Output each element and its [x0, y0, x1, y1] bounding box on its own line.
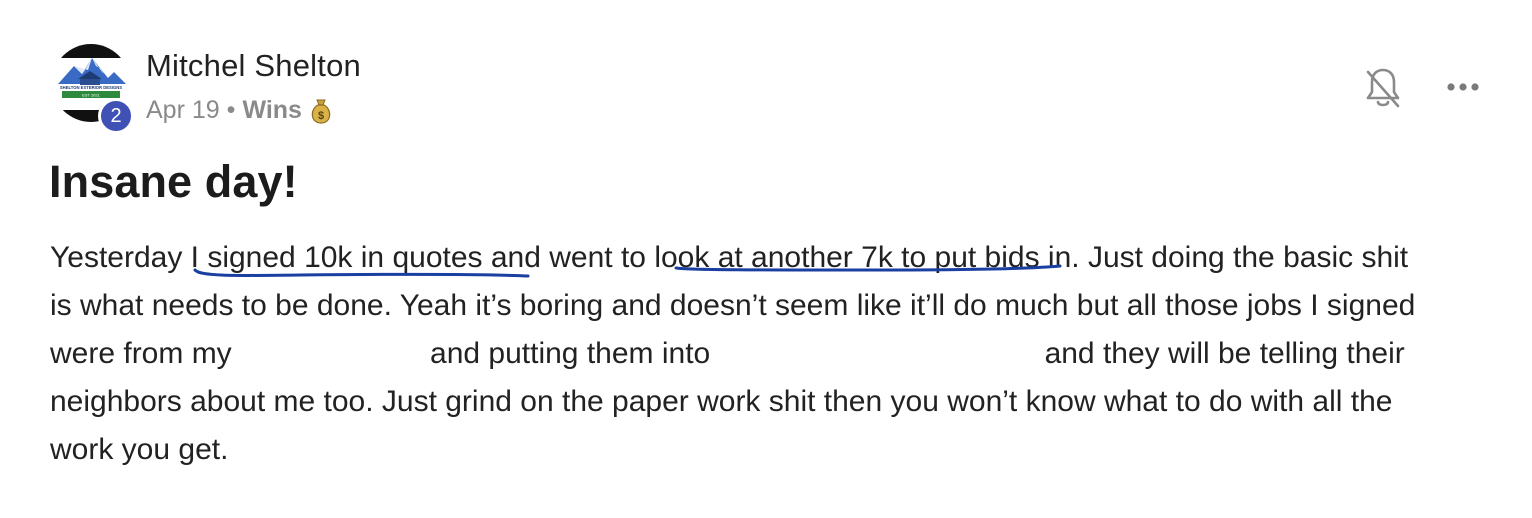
svg-text:$: $ — [318, 110, 324, 122]
author-avatar[interactable]: SHELTON EXTERIOR DESIGNS EST 2021 2 — [52, 44, 134, 134]
body-line: is what needs to be done. Yeah it’s bori… — [50, 289, 1416, 322]
more-options-icon[interactable] — [1444, 78, 1482, 96]
body-line: were from my and putting them into and t… — [50, 330, 1512, 378]
body-line: neighbors about me too. Just grind on th… — [50, 385, 1393, 418]
redacted-text — [240, 335, 431, 363]
post-body: Yesterday I signed 10k in quotes and wen… — [50, 234, 1512, 474]
post-title: Insane day! — [49, 156, 298, 207]
highlighted-phrase: I signed 10k in quotes — [190, 241, 483, 274]
meta-separator: • — [226, 96, 236, 124]
body-line: Yesterday I signed 10k in quotes and wen… — [50, 234, 1512, 282]
body-text-segment: Yesterday — [50, 241, 191, 274]
author-name[interactable]: Mitchel Shelton — [146, 48, 361, 84]
highlighted-phrase: look at another 7k to put bids — [654, 241, 1040, 274]
body-text-segment: were from my — [50, 337, 241, 370]
post-card: SHELTON EXTERIOR DESIGNS EST 2021 2 Mitc… — [0, 0, 1532, 518]
body-text-segment: and they will be telling their — [1044, 337, 1405, 370]
body-text-segment: and went to — [482, 241, 655, 274]
body-line: work you get. — [50, 433, 229, 466]
body-text-segment: and putting them into — [430, 337, 719, 370]
post-meta: Apr 19 • Wins $ — [146, 96, 334, 125]
money-bag-icon: $ — [308, 97, 334, 125]
post-date[interactable]: Apr 19 — [146, 96, 220, 125]
body-text-segment: in. Just doing the basic shit — [1039, 241, 1409, 274]
post-category[interactable]: Wins — [242, 96, 302, 125]
redacted-text — [718, 335, 1045, 363]
logo-subtext: EST 2021 — [82, 93, 100, 98]
logo-text: SHELTON EXTERIOR DESIGNS — [60, 85, 122, 90]
notification-bell-off-icon[interactable] — [1364, 66, 1402, 110]
level-badge: 2 — [98, 98, 134, 134]
